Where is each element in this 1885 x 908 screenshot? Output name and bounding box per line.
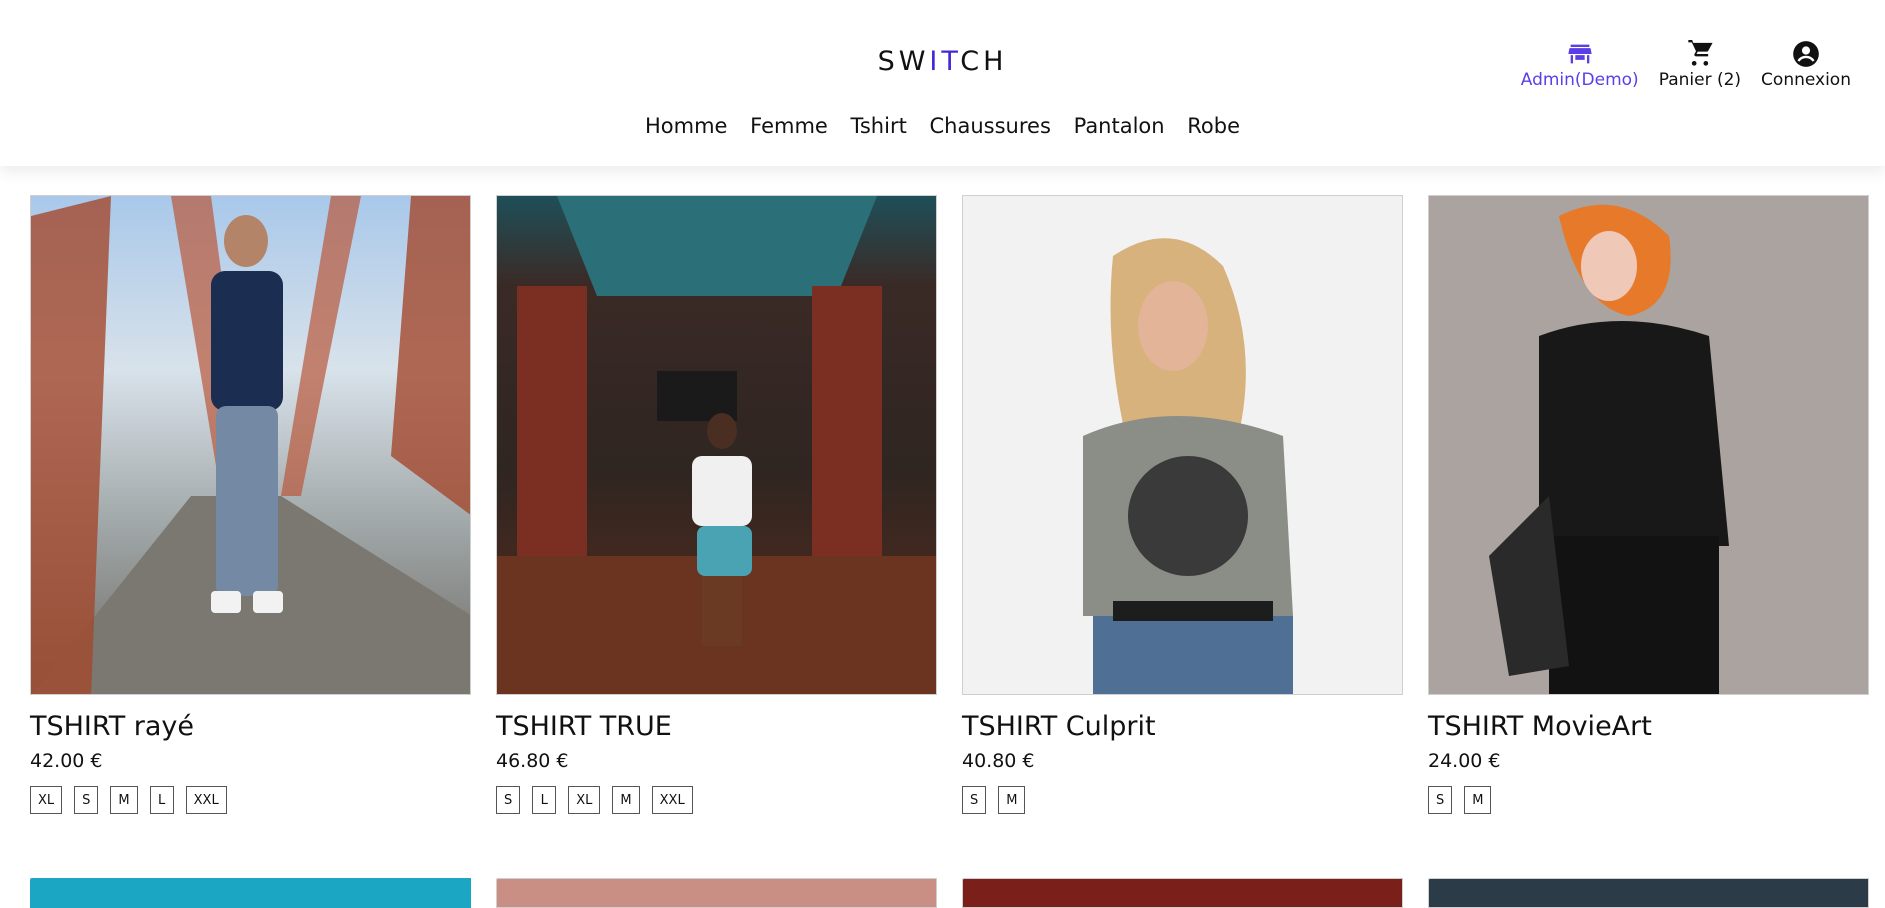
login-label: Connexion [1761,70,1851,90]
header-actions: Admin(Demo) Panier (2) Connexion [1521,40,1851,90]
product-card[interactable]: TSHIRT MovieArt 24.00 € S M [1428,195,1869,814]
size-option[interactable]: M [110,786,138,814]
login-link[interactable]: Connexion [1761,40,1851,90]
nav-item-chaussures[interactable]: Chaussures [930,114,1051,138]
size-options: XL S M L XXL [30,786,471,814]
size-option[interactable]: M [998,786,1026,814]
size-option[interactable]: XXL [185,786,227,814]
product-card[interactable]: TSHIRT TRUE 46.80 € S L XL M XXL [496,195,937,814]
product-price: 40.80 € [962,750,1035,772]
nav-item-pantalon[interactable]: Pantalon [1074,114,1165,138]
product-title[interactable]: TSHIRT TRUE [496,711,937,742]
nav-item-robe[interactable]: Robe [1187,114,1240,138]
product-image[interactable] [1428,195,1869,695]
size-option[interactable]: XL [30,786,63,814]
logo-text-start: SW [877,46,930,77]
size-option[interactable]: XXL [651,786,693,814]
product-image[interactable] [496,195,937,695]
store-icon [1568,44,1592,64]
site-header: SWITCH Homme Femme Tshirt Chaussures Pan… [0,0,1885,166]
product-card[interactable]: TSHIRT rayé 42.00 € XL S M L XXL [30,195,471,814]
product-image-next-row[interactable] [1428,878,1869,908]
account-circle-icon [1793,41,1819,67]
nav-item-tshirt[interactable]: Tshirt [851,114,907,138]
size-options: S M [962,786,1403,814]
category-nav: Homme Femme Tshirt Chaussures Pantalon R… [0,114,1885,138]
product-image-next-row[interactable] [496,878,937,908]
admin-label: Admin(Demo) [1520,70,1639,90]
product-image[interactable] [30,195,471,695]
product-image[interactable] [962,195,1403,695]
product-title[interactable]: TSHIRT MovieArt [1428,711,1869,742]
product-card[interactable]: TSHIRT Culprit 40.80 € S M [962,195,1403,814]
size-option[interactable]: S [496,786,521,814]
size-option[interactable]: M [1464,786,1492,814]
product-price: 24.00 € [1428,750,1501,772]
product-image-next-row[interactable] [962,878,1403,908]
product-title[interactable]: TSHIRT Culprit [962,711,1403,742]
logo-text-accent: IT [929,46,961,77]
size-option[interactable]: L [149,786,174,814]
size-option[interactable]: S [962,786,987,814]
size-option[interactable]: L [532,786,557,814]
size-options: S L XL M XXL [496,786,937,814]
logo-text-end: CH [960,46,1008,77]
cart-label: Panier (2) [1658,70,1742,90]
product-price: 42.00 € [30,750,103,772]
size-option[interactable]: M [612,786,640,814]
product-title[interactable]: TSHIRT rayé [30,711,471,742]
cart-icon [1688,40,1713,66]
product-image-next-row[interactable] [30,878,471,908]
cart-link[interactable]: Panier (2) [1659,40,1741,90]
size-option[interactable]: S [1428,786,1453,814]
nav-item-homme[interactable]: Homme [645,114,727,138]
size-options: S M [1428,786,1869,814]
size-option[interactable]: XL [568,786,601,814]
product-price: 46.80 € [496,750,569,772]
admin-demo-link[interactable]: Admin(Demo) [1521,40,1639,90]
nav-item-femme[interactable]: Femme [750,114,828,138]
size-option[interactable]: S [74,786,99,814]
